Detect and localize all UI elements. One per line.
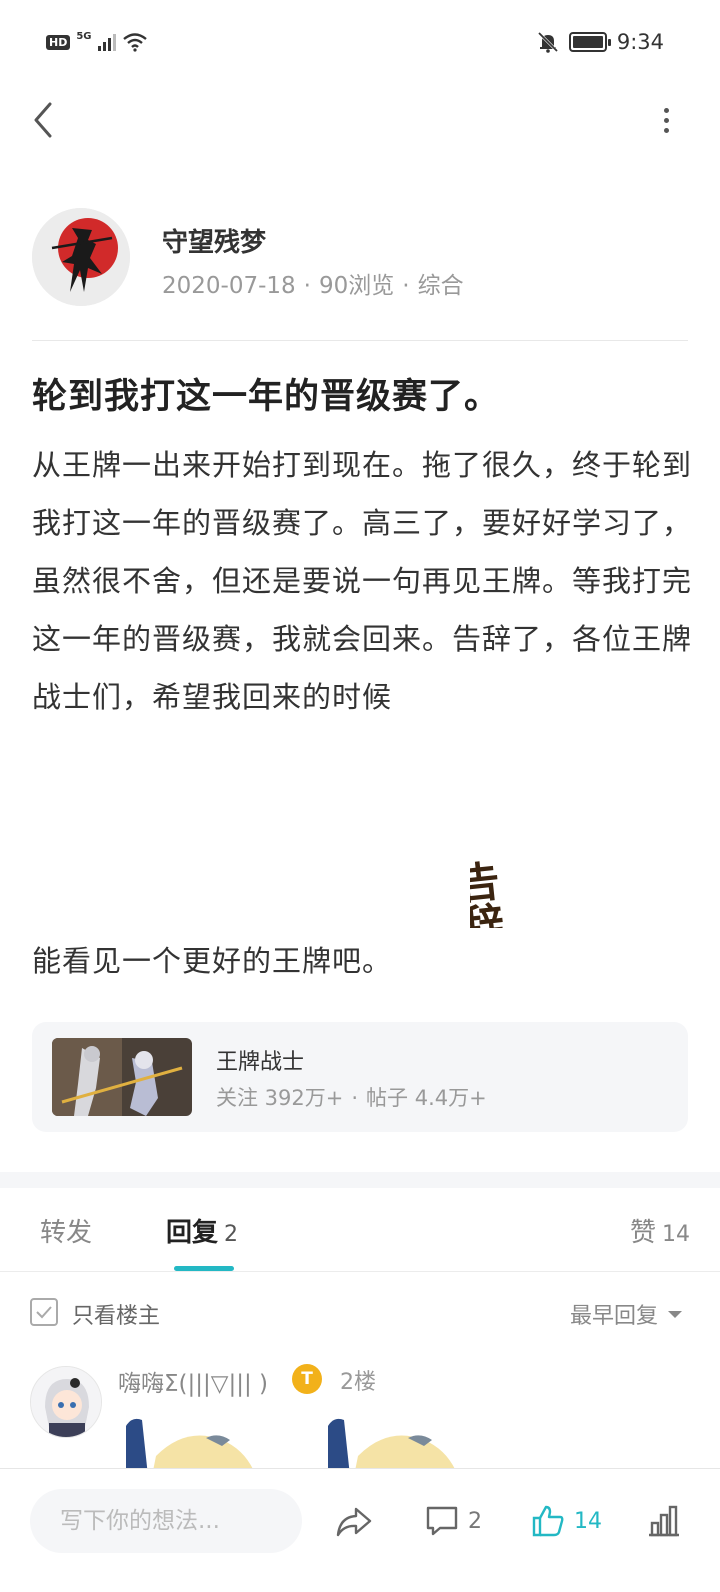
- tab-like-label: 赞: [629, 1218, 656, 1248]
- tab-reply[interactable]: 回复 2: [166, 1212, 238, 1249]
- bottom-action-bar: 2 14: [0, 1468, 720, 1592]
- comment-bubble-icon: [426, 1506, 458, 1536]
- forum-name: 王牌战士: [216, 1050, 305, 1075]
- forum-followers: 关注 392万+: [216, 1086, 344, 1110]
- divider: [32, 340, 688, 341]
- post-date: 2020-07-18: [162, 273, 296, 299]
- thumbs-up-icon: [532, 1505, 564, 1537]
- post-category[interactable]: 综合: [418, 273, 464, 299]
- signal-icon: [97, 33, 116, 51]
- warrior-avatar-image: [32, 208, 130, 306]
- author-avatar[interactable]: [32, 208, 130, 306]
- sort-label: 最早回复: [569, 1304, 658, 1329]
- battery-icon: [568, 32, 611, 52]
- top-nav: [0, 88, 720, 154]
- post-body: 从王牌一出来开始打到现在。拖了很久，终于轮到我打这一年的晋级赛了。高三了，要好好…: [32, 448, 693, 714]
- dot-icon: [663, 107, 669, 113]
- share-button[interactable]: [334, 1499, 374, 1543]
- tab-like[interactable]: 赞 14: [630, 1212, 690, 1249]
- back-button[interactable]: [28, 100, 60, 140]
- like-button[interactable]: 14: [530, 1499, 602, 1543]
- comment-count: 2: [468, 1508, 482, 1534]
- only-op-checkbox[interactable]: [30, 1298, 58, 1326]
- reply-sticker-image[interactable]: [126, 1416, 262, 1470]
- author-name[interactable]: 守望残梦: [162, 222, 266, 259]
- active-tab-indicator: [174, 1266, 234, 1271]
- hd-badge: HD: [46, 34, 71, 50]
- reply-item: 嗨嗨Σ(|||▽||| ) T 2楼: [0, 1360, 720, 1470]
- tab-forward[interactable]: 转发: [40, 1212, 92, 1249]
- level-badge: T: [292, 1364, 322, 1394]
- only-op-label[interactable]: 只看楼主: [72, 1298, 160, 1330]
- caret-down-icon: [668, 1310, 682, 1318]
- post-title: 轮到我打这一年的晋级赛了。: [32, 377, 501, 417]
- mute-bell-icon: [537, 31, 558, 53]
- wifi-icon: [122, 33, 147, 52]
- sort-dropdown[interactable]: 最早回复: [570, 1298, 682, 1330]
- forum-stats: 关注 392万+ · 帖子 4.4万+: [216, 1086, 487, 1110]
- tab-forward-label: 转发: [40, 1218, 93, 1248]
- dot-icon: [663, 117, 669, 123]
- game-art-image: [52, 1038, 192, 1116]
- stats-button[interactable]: [646, 1499, 682, 1543]
- forum-card[interactable]: 王牌战士 关注 392万+ · 帖子 4.4万+: [32, 1022, 688, 1132]
- reply-filter-bar: 只看楼主 最早回复: [0, 1284, 720, 1344]
- status-left: HD 5G: [46, 30, 148, 52]
- share-arrow-icon: [336, 1507, 372, 1537]
- check-icon: [36, 1306, 52, 1319]
- chevron-left-icon: [34, 102, 52, 138]
- forum-posts: 帖子 4.4万+: [366, 1086, 487, 1110]
- network-type: 5G: [76, 30, 92, 42]
- view-count: 90浏览: [318, 273, 395, 299]
- clock: 9:34: [616, 30, 664, 54]
- anime-avatar-image: [31, 1367, 101, 1437]
- reply-avatar[interactable]: [30, 1366, 102, 1438]
- tab-like-count: 14: [662, 1222, 690, 1247]
- bar-chart-icon: [649, 1505, 679, 1537]
- farewell-sticker: 告辞: [470, 858, 506, 928]
- tab-reply-label: 回复: [166, 1218, 219, 1248]
- reply-floor: 2楼: [340, 1370, 376, 1395]
- post-meta: 2020-07-18 · 90浏览 · 综合: [162, 273, 464, 299]
- forum-thumbnail: [52, 1038, 192, 1116]
- status-right: 9:34: [537, 30, 664, 54]
- like-count: 14: [574, 1508, 602, 1534]
- sticker-image: [328, 1418, 456, 1470]
- more-options-button[interactable]: [654, 102, 678, 138]
- sticker-image: [126, 1418, 254, 1470]
- reply-sticker-image[interactable]: [328, 1416, 464, 1470]
- tab-reply-count: 2: [224, 1222, 239, 1247]
- reply-username[interactable]: 嗨嗨Σ(|||▽||| ): [118, 1364, 268, 1398]
- section-separator: [0, 1172, 720, 1188]
- dot-icon: [663, 127, 669, 133]
- status-bar: HD 5G 9:34: [0, 0, 720, 88]
- interaction-tabs: 转发 回复 2 赞 14: [0, 1188, 720, 1272]
- comment-button[interactable]: 2: [424, 1499, 482, 1543]
- comment-input[interactable]: [30, 1489, 302, 1553]
- author-header: 守望残梦 2020-07-18 · 90浏览 · 综合: [32, 208, 688, 308]
- sticker-text: 告辞: [470, 858, 506, 928]
- post-body-continued: 能看见一个更好的王牌吧。: [32, 944, 393, 978]
